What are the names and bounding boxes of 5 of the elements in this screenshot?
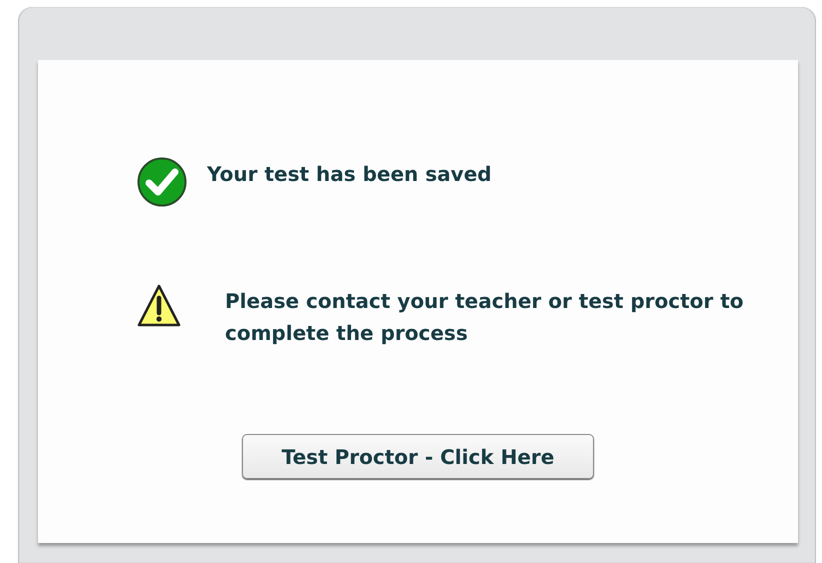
warning-icon — [137, 284, 181, 328]
checkmark-icon — [137, 156, 187, 206]
warning-message: Please contact your teacher or test proctor to complete the process — [225, 288, 745, 347]
test-proctor-button[interactable]: Test Proctor - Click Here — [242, 434, 594, 479]
success-message: Your test has been saved — [207, 160, 492, 188]
